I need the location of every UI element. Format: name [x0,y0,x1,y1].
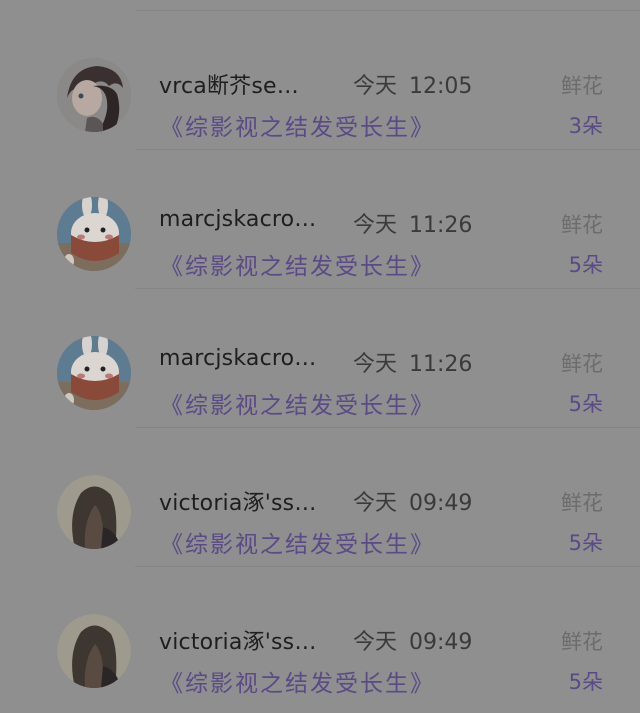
gift-count: 5朵 [568,531,603,555]
book-title[interactable]: 《综影视之结发受长生》 [160,247,435,281]
gift-type-label: 鲜花 [561,630,603,654]
list-item[interactable]: marcjskacro… 今天 11:26 《综影视之结发受长生》 鲜花 5朵 [0,289,640,428]
timestamp: 今天 09:49 [353,630,473,655]
timestamp: 今天 11:26 [353,213,473,238]
book-title[interactable]: 《综影视之结发受长生》 [160,108,435,142]
book-title[interactable]: 《综影视之结发受长生》 [160,664,435,698]
list-item[interactable]: victoria涿'ss… 今天 09:49 《综影视之结发受长生》 鲜花 5朵 [0,567,640,706]
gift-count: 5朵 [568,670,603,694]
gift-type-label: 鲜花 [561,491,603,515]
gift-type-label: 鲜花 [561,74,603,98]
username[interactable]: vrca断芥se… [159,68,339,100]
list-item[interactable]: vrca断芥se… 今天 12:05 《综影视之结发受长生》 鲜花 3朵 [0,11,640,150]
list-item[interactable]: victoria涿'ss… 今天 09:49 《综影视之结发受长生》 鲜花 5朵 [0,428,640,567]
book-title[interactable]: 《综影视之结发受长生》 [160,525,435,559]
timestamp: 今天 12:05 [353,74,473,99]
gift-record-list: vrca断芥se… 今天 12:05 《综影视之结发受长生》 鲜花 3朵 marc… [0,0,640,713]
gift-type-label: 鲜花 [561,352,603,376]
gift-count: 5朵 [568,392,603,416]
long-hair-girl-avatar-icon[interactable] [57,475,131,549]
username[interactable]: victoria涿'ss… [159,485,339,517]
cartoon-rabbit-avatar-icon[interactable] [57,336,131,410]
girl-portrait-avatar-icon[interactable] [57,58,131,132]
long-hair-girl-avatar-icon[interactable] [57,614,131,688]
book-title[interactable]: 《综影视之结发受长生》 [160,386,435,420]
gift-type-label: 鲜花 [561,213,603,237]
gift-count: 5朵 [568,253,603,277]
cartoon-rabbit-avatar-icon[interactable] [57,197,131,271]
timestamp: 今天 11:26 [353,352,473,377]
gift-count: 3朵 [568,114,603,138]
username[interactable]: marcjskacro… [159,207,339,232]
username[interactable]: victoria涿'ss… [159,624,339,656]
list-item[interactable]: marcjskacro… 今天 11:26 《综影视之结发受长生》 鲜花 5朵 [0,150,640,289]
timestamp: 今天 09:49 [353,491,473,516]
username[interactable]: marcjskacro… [159,346,339,371]
